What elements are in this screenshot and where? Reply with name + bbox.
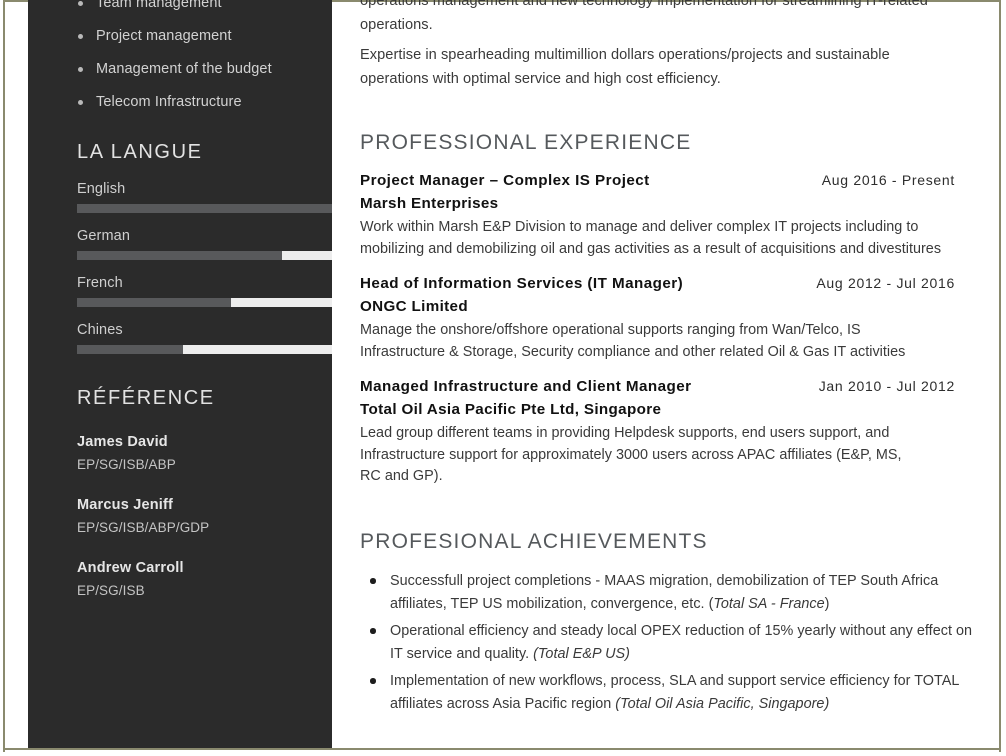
- reference-name: Andrew Carroll: [77, 560, 184, 576]
- job-description: Lead group different teams in providing …: [360, 425, 902, 484]
- job-title: Managed Infrastructure and Client Manage…: [360, 378, 692, 395]
- language-level-bar: [77, 204, 332, 213]
- skill-label: Management of the budget: [96, 61, 272, 77]
- job-title: Head of Information Services (IT Manager…: [360, 275, 684, 292]
- experience-entry: Head of Information Services (IT Manager…: [360, 272, 955, 363]
- language-item: English: [77, 181, 332, 213]
- language-item: Chines: [77, 322, 332, 354]
- reference-name: Marcus Jeniff: [77, 497, 174, 513]
- language-level-fill: [77, 251, 282, 260]
- main-content: operations management and new technology…: [360, 0, 972, 748]
- job-dates: Aug 2016 - Present: [821, 172, 955, 188]
- skill-label: Telecom Infrastructure: [96, 94, 242, 110]
- experience-header: Managed Infrastructure and Client Manage…: [360, 375, 955, 398]
- language-name: German: [77, 228, 130, 244]
- reference-detail: EP/SG/ISB: [77, 583, 145, 598]
- job-company: Marsh Enterprises: [360, 195, 499, 212]
- page-border-left: [3, 0, 5, 752]
- list-item: Operational efficiency and steady local …: [360, 620, 985, 665]
- achievement-text: Operational efficiency and steady local …: [390, 623, 973, 662]
- experience-entry: Managed Infrastructure and Client Manage…: [360, 375, 955, 488]
- bullet-icon: [78, 1, 83, 6]
- experience-entry: Project Manager – Complex IS Project Aug…: [360, 169, 955, 260]
- section-heading-achievements: PROFESIONAL ACHIEVEMENTS: [360, 530, 708, 553]
- experience-header: Project Manager – Complex IS Project Aug…: [360, 169, 955, 192]
- bullet-icon: [78, 100, 83, 105]
- list-item: Telecom Infrastructure: [77, 95, 327, 110]
- reference-list: James David EP/SG/ISB/ABP Marcus Jeniff …: [77, 434, 327, 623]
- bullet-icon: [78, 34, 83, 39]
- language-level-fill: [77, 298, 232, 307]
- job-description: Manage the onshore/offshore operational …: [360, 322, 906, 360]
- list-item: Implementation of new workflows, process…: [360, 670, 985, 715]
- list-item: Team management: [77, 0, 327, 11]
- job-title: Project Manager – Complex IS Project: [360, 172, 650, 189]
- job-company: ONGC Limited: [360, 298, 468, 315]
- reference-detail: EP/SG/ISB/ABP/GDP: [77, 520, 210, 535]
- language-name: French: [77, 275, 123, 291]
- language-item: German: [77, 228, 332, 260]
- experience-header: Head of Information Services (IT Manager…: [360, 272, 955, 295]
- intro-paragraph: Expertise in spearheading multimillion d…: [360, 47, 890, 87]
- language-level-bar: [77, 251, 332, 260]
- sidebar: Team management Project management Manag…: [28, 0, 332, 748]
- language-name: English: [77, 181, 126, 197]
- reference-detail: EP/SG/ISB/ABP: [77, 457, 176, 472]
- list-item: Successfull project completions - MAAS m…: [360, 570, 985, 615]
- reference-item: Marcus Jeniff EP/SG/ISB/ABP/GDP: [77, 497, 327, 536]
- achievement-emphasis: (Total Oil Asia Pacific, Singapore): [615, 695, 830, 712]
- skill-label: Project management: [96, 28, 232, 44]
- intro-paragraph: operations management and new technology…: [360, 0, 928, 33]
- section-heading-experience: PROFESSIONAL EXPERIENCE: [360, 131, 692, 154]
- section-heading-reference: RÉFÉRENCE: [77, 387, 215, 409]
- bullet-icon: [370, 628, 376, 634]
- language-list: English German French Chines: [77, 181, 332, 369]
- language-item: French: [77, 275, 332, 307]
- language-level-bar: [77, 298, 332, 307]
- bullet-icon: [78, 67, 83, 72]
- section-heading-language: LA LANGUE: [77, 141, 203, 163]
- list-item: Project management: [77, 29, 327, 44]
- job-dates: Aug 2012 - Jul 2016: [816, 275, 955, 291]
- skills-list: Team management Project management Manag…: [77, 0, 327, 128]
- bullet-icon: [370, 678, 376, 684]
- reference-name: James David: [77, 434, 168, 450]
- page-border-bottom: [3, 748, 1001, 750]
- job-dates: Jan 2010 - Jul 2012: [818, 378, 955, 394]
- achievement-text: Successfull project completions - MAAS m…: [390, 573, 939, 612]
- language-name: Chines: [77, 322, 123, 338]
- list-item: Management of the budget: [77, 62, 327, 77]
- job-description: Work within Marsh E&P Division to manage…: [360, 219, 942, 257]
- bullet-icon: [370, 578, 376, 584]
- page-border-right: [999, 0, 1001, 752]
- job-company: Total Oil Asia Pacific Pte Ltd, Singapor…: [360, 401, 662, 418]
- language-level-fill: [77, 345, 184, 354]
- skill-label: Team management: [96, 0, 222, 11]
- achievement-emphasis: (Total E&P US): [533, 645, 630, 662]
- achievement-tail: ): [824, 595, 830, 612]
- reference-item: Andrew Carroll EP/SG/ISB: [77, 560, 327, 599]
- achievement-emphasis: Total SA - France: [713, 595, 825, 612]
- resume-page: Team management Project management Manag…: [0, 0, 1006, 756]
- reference-item: James David EP/SG/ISB/ABP: [77, 434, 327, 473]
- language-level-bar: [77, 345, 332, 354]
- achievements-list: Successfull project completions - MAAS m…: [360, 570, 985, 720]
- language-level-fill: [77, 204, 332, 213]
